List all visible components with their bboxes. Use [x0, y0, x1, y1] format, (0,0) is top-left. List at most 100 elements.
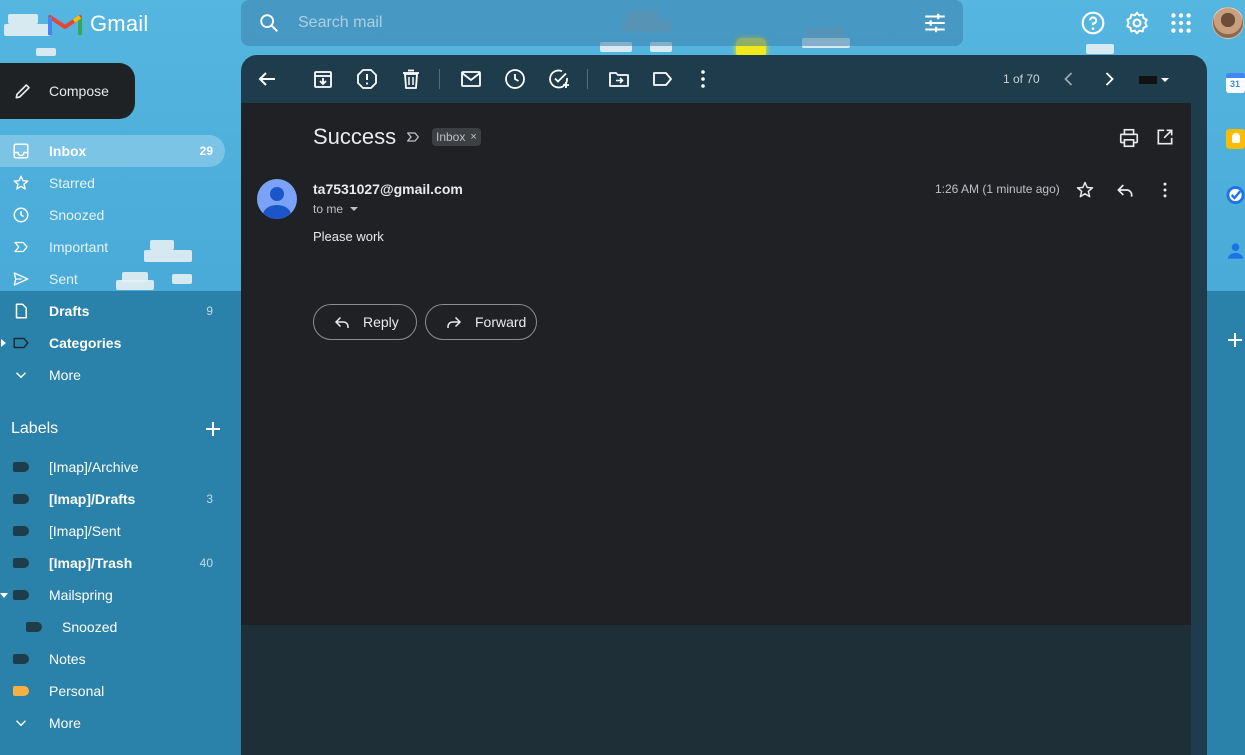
search-bar[interactable]: [241, 0, 963, 46]
sidebar-item-important[interactable]: Important: [0, 231, 225, 263]
reply-icon[interactable]: [1115, 180, 1135, 200]
label-item-personal[interactable]: Personal: [0, 675, 225, 707]
label-tag-icon: [25, 618, 43, 636]
label-name: [Imap]/Drafts: [49, 491, 136, 507]
sidebar-item-sent[interactable]: Sent: [0, 263, 225, 295]
email-timestamp: 1:26 AM (1 minute ago): [935, 182, 1060, 196]
report-spam-icon[interactable]: [355, 67, 379, 91]
move-to-folder-icon[interactable]: [607, 67, 631, 91]
reply-label: Reply: [363, 314, 399, 330]
star-icon[interactable]: [1075, 180, 1095, 200]
caret-down-icon[interactable]: [349, 206, 359, 212]
labels-list: [Imap]/Archive [Imap]/Drafts 3 [Imap]/Se…: [0, 451, 225, 739]
sidebar-item-inbox[interactable]: Inbox 29: [0, 135, 225, 167]
keep-icon[interactable]: [1226, 129, 1245, 149]
snooze-clock-icon[interactable]: [503, 67, 527, 91]
sidebar-item-starred[interactable]: Starred: [0, 167, 225, 199]
label-tag-icon: [12, 650, 30, 668]
sidebar-item-label: Starred: [49, 175, 95, 191]
chevron-right-icon[interactable]: [1097, 67, 1121, 91]
label-tag-icon: [12, 522, 30, 540]
settings-gear-icon[interactable]: [1124, 10, 1150, 36]
sender-email[interactable]: ta7531027@gmail.com: [313, 181, 463, 197]
account-avatar[interactable]: [1212, 7, 1244, 39]
label-item-mailspring[interactable]: Mailspring: [0, 579, 225, 611]
cloud-decoration: [4, 24, 50, 36]
chip-label: Inbox: [436, 130, 466, 144]
label-item-more[interactable]: More: [0, 707, 225, 739]
sidebar-item-label: Sent: [49, 271, 78, 287]
more-vert-icon[interactable]: [1155, 180, 1175, 200]
back-arrow-icon[interactable]: [255, 67, 279, 91]
search-icon[interactable]: [258, 12, 280, 34]
reply-button[interactable]: Reply: [313, 304, 417, 340]
label-item-mailspring-snoozed[interactable]: Snoozed: [0, 611, 225, 643]
contacts-icon[interactable]: [1226, 241, 1245, 261]
sender-avatar[interactable]: [257, 179, 297, 219]
forward-button[interactable]: Forward: [425, 304, 537, 340]
sidebar-item-label: More: [49, 367, 81, 383]
sidebar-item-snoozed[interactable]: Snoozed: [0, 199, 225, 231]
chevron-down-icon: [12, 714, 30, 732]
label-count: 3: [206, 492, 213, 506]
inbox-label-chip[interactable]: Inbox ×: [432, 128, 481, 146]
tasks-icon[interactable]: [1226, 185, 1245, 205]
labels-header: Labels: [11, 418, 221, 440]
inbox-icon: [12, 142, 30, 160]
sidebar-item-label: Categories: [49, 335, 122, 351]
help-icon[interactable]: [1080, 10, 1106, 36]
label-item-notes[interactable]: Notes: [0, 643, 225, 675]
expand-caret-icon[interactable]: [1, 339, 6, 347]
sidebar-item-label: Snoozed: [49, 207, 105, 223]
important-marker-icon[interactable]: [405, 129, 421, 145]
cloud-decoration: [36, 48, 56, 56]
pagination-count: 1 of 70: [1003, 72, 1040, 86]
delete-trash-icon[interactable]: [399, 67, 423, 91]
label-tag-icon: [12, 554, 30, 572]
search-input[interactable]: [298, 8, 898, 38]
sidebar-item-categories[interactable]: Categories: [0, 327, 225, 359]
remove-label-icon[interactable]: ×: [470, 131, 476, 143]
mark-unread-icon[interactable]: [459, 67, 483, 91]
star-icon: [12, 174, 30, 192]
cloud-decoration: [1086, 44, 1114, 54]
archive-icon[interactable]: [311, 67, 335, 91]
more-options-icon[interactable]: [691, 67, 715, 91]
toolbar-divider: [439, 69, 440, 89]
pencil-icon: [15, 84, 30, 99]
calendar-icon[interactable]: 31: [1226, 73, 1245, 93]
apps-grid-icon[interactable]: [1168, 10, 1194, 36]
label-item-imap-trash[interactable]: [Imap]/Trash 40: [0, 547, 225, 579]
label-name: More: [49, 715, 81, 731]
sidebar-item-more[interactable]: More: [0, 359, 225, 391]
label-name: Mailspring: [49, 587, 113, 603]
search-filter-icon[interactable]: [922, 10, 948, 36]
chevron-left-icon[interactable]: [1057, 67, 1081, 91]
label-name: Snoozed: [62, 619, 118, 635]
compose-button[interactable]: Compose: [0, 63, 135, 119]
add-label-icon[interactable]: [205, 421, 221, 437]
sidebar-item-label: Drafts: [49, 303, 90, 319]
email-panel-bottom: [241, 625, 1207, 755]
print-icon[interactable]: [1118, 127, 1140, 149]
gmail-logo[interactable]: Gmail: [48, 10, 148, 38]
message-toolbar: 1 of 70: [241, 55, 1207, 103]
label-count: 40: [199, 556, 213, 570]
label-item-imap-drafts[interactable]: [Imap]/Drafts 3: [0, 483, 225, 515]
input-tools-keyboard-icon[interactable]: [1139, 76, 1157, 84]
gmail-m-icon: [48, 15, 82, 35]
label-item-imap-sent[interactable]: [Imap]/Sent: [0, 515, 225, 547]
label-tag-icon: [12, 458, 30, 476]
label-item-imap-archive[interactable]: [Imap]/Archive: [0, 451, 225, 483]
open-new-window-icon[interactable]: [1155, 127, 1175, 147]
app-name: Gmail: [90, 11, 149, 36]
collapse-caret-icon[interactable]: [0, 593, 8, 598]
sidebar-item-drafts[interactable]: Drafts 9: [0, 295, 225, 327]
input-tools-dropdown-icon[interactable]: [1160, 76, 1170, 84]
recipient-details[interactable]: to me: [313, 202, 359, 216]
add-task-icon[interactable]: [547, 67, 571, 91]
label-as-icon[interactable]: [651, 67, 675, 91]
clock-icon: [12, 206, 30, 224]
get-addons-plus-icon[interactable]: [1227, 332, 1243, 348]
panel-edge: [1191, 103, 1207, 755]
